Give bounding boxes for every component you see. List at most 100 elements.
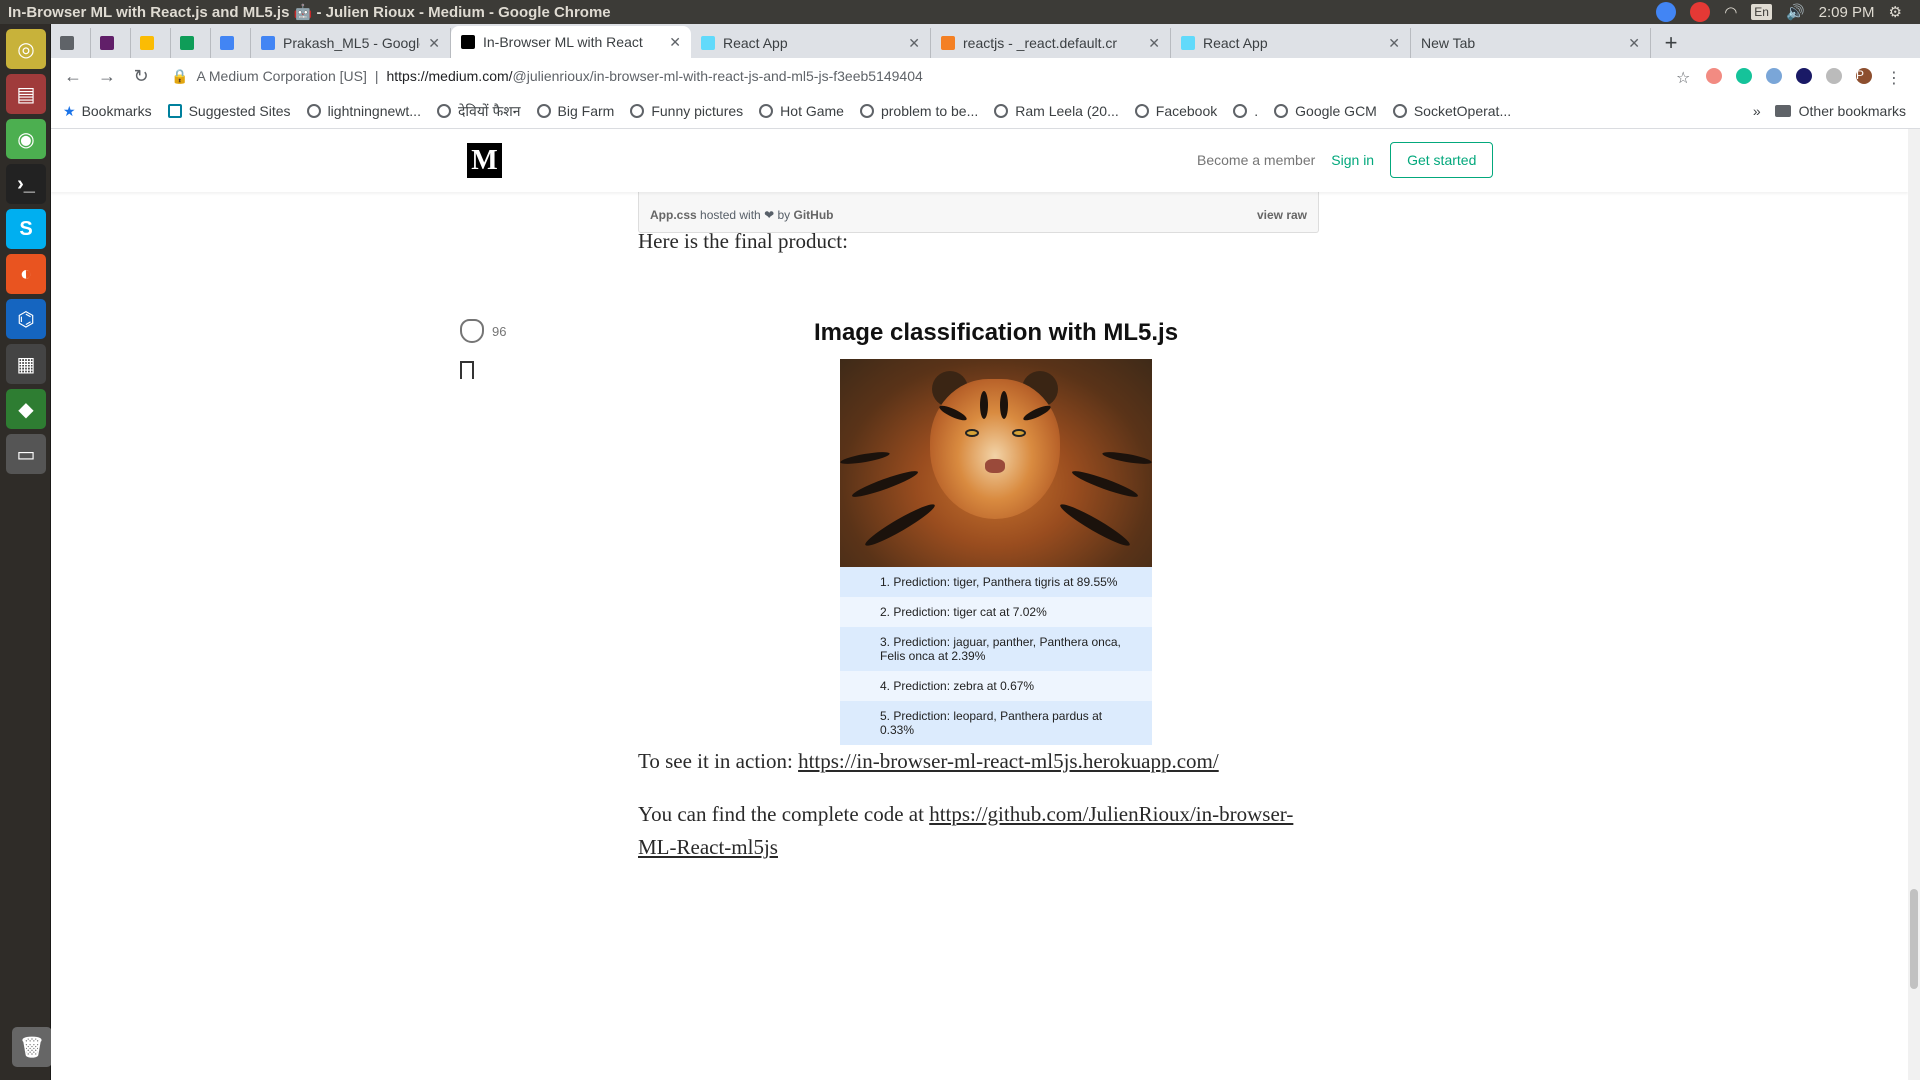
clap-count: 96 (492, 323, 507, 339)
bookmark-icon[interactable] (460, 361, 474, 384)
bookmark-item[interactable]: देवियों फैशन (436, 102, 521, 121)
bookmark-item[interactable]: Facebook (1134, 103, 1217, 119)
globe-icon (1392, 104, 1407, 118)
dash-icon[interactable]: ◎ (6, 29, 46, 69)
star-icon[interactable]: ☆ (1676, 68, 1692, 87)
view-raw-link[interactable]: view raw (1257, 208, 1307, 222)
bookmarks-bar: ★ Bookmarks Suggested Sites lightningnewt… (51, 94, 1920, 129)
terminal-icon[interactable]: ›_ (6, 164, 46, 204)
close-tab-icon[interactable]: ✕ (1148, 35, 1160, 52)
tab-new-tab[interactable]: New Tab ✕ (1411, 28, 1651, 58)
see-in-action-paragraph: To see it in action: https://in-browser-… (638, 749, 1219, 773)
files-icon[interactable]: ▤ (6, 74, 46, 114)
globe-icon (630, 104, 645, 118)
extension-icon[interactable] (1766, 68, 1782, 84)
stackoverflow-icon (941, 36, 955, 50)
page-scrollbar[interactable] (1908, 129, 1920, 1080)
divider: | (374, 68, 379, 84)
drive-icon (139, 36, 154, 50)
bookmark-item[interactable]: Suggested Sites (167, 103, 291, 119)
close-tab-icon[interactable]: ✕ (428, 35, 440, 52)
grammarly-icon[interactable] (1736, 68, 1752, 84)
close-tab-icon[interactable]: ✕ (1388, 35, 1400, 52)
extension-icon[interactable] (1796, 68, 1812, 84)
clap-button[interactable]: 96 (460, 319, 520, 343)
globe-icon (1233, 104, 1248, 118)
sheets-icon (179, 36, 194, 50)
power-gear-icon[interactable]: ⚙ (1889, 3, 1902, 21)
menu-icon[interactable]: ⋮ (1886, 68, 1902, 87)
star-icon: ★ (63, 102, 76, 119)
sign-in-link[interactable]: Sign in (1331, 152, 1374, 168)
tab-react-app-1[interactable]: React App ✕ (691, 28, 931, 58)
page-viewport[interactable]: App.css hosted with ❤ by GitHub view raw… (51, 129, 1908, 1080)
clap-icon (460, 319, 484, 343)
keyboard-language[interactable]: En (1751, 4, 1772, 20)
address-bar[interactable]: 🔒 A Medium Corporation [US] | https://me… (161, 61, 1670, 91)
tab-pinned-settings[interactable] (51, 28, 91, 58)
chrome-icon[interactable]: ◉ (6, 119, 46, 159)
reload-icon[interactable]: ↻ (127, 62, 155, 90)
github-link[interactable]: GitHub (793, 208, 833, 222)
bookmark-item[interactable]: Ram Leela (20... (994, 103, 1119, 119)
clock[interactable]: 2:09 PM (1819, 4, 1875, 21)
profile-avatar[interactable]: P (1856, 68, 1872, 84)
video-editor-icon[interactable]: ▦ (6, 344, 46, 384)
tab-medium-article[interactable]: In-Browser ML with React ✕ (451, 26, 691, 58)
scrollbar-thumb[interactable] (1910, 889, 1918, 989)
tab-pinned-slack[interactable] (91, 28, 131, 58)
back-icon[interactable]: ← (59, 62, 87, 90)
wifi-icon[interactable]: ◠ (1724, 3, 1737, 21)
lock-icon[interactable]: 🔒 (171, 68, 188, 85)
bookmarks-overflow-button[interactable]: » (1753, 103, 1761, 119)
tab-strip: Prakash_ML5 - Google Do✕ In-Browser ML w… (51, 24, 1920, 58)
bookmark-apps[interactable]: ★ Bookmarks (63, 103, 152, 120)
skype-icon[interactable]: S (6, 209, 46, 249)
bookmark-item[interactable]: . (1233, 103, 1258, 119)
react-icon (701, 36, 715, 50)
tab-stackoverflow[interactable]: reactjs - _react.default.cr ✕ (931, 28, 1171, 58)
close-tab-icon[interactable]: ✕ (669, 34, 681, 51)
extension-icon[interactable] (1826, 68, 1842, 84)
extension-icon[interactable] (1706, 68, 1722, 84)
get-started-button[interactable]: Get started (1390, 142, 1494, 178)
final-product-text: Here is the final product: (638, 229, 848, 253)
bookmark-item[interactable]: SocketOperat... (1392, 103, 1511, 119)
android-icon[interactable]: ◆ (6, 389, 46, 429)
bookmark-item[interactable]: Funny pictures (630, 103, 743, 119)
other-bookmarks[interactable]: Other bookmarks (1774, 103, 1906, 119)
volume-icon[interactable]: 🔊 (1786, 3, 1805, 21)
bookmark-item[interactable]: Google GCM (1274, 103, 1377, 119)
prediction-item: 2. Prediction: tiger cat at 7.02% (840, 597, 1152, 627)
figure-title: Image classification with ML5.js (813, 319, 1179, 346)
tab-pinned-docs[interactable] (211, 28, 251, 58)
medium-logo[interactable]: M (467, 143, 502, 178)
forward-icon[interactable]: → (93, 62, 121, 90)
chrome-tray-icon[interactable] (1656, 2, 1677, 22)
tab-react-app-2[interactable]: React App ✕ (1171, 28, 1411, 58)
vscode-icon[interactable]: ⌬ (6, 299, 46, 339)
bookmark-item[interactable]: Hot Game (759, 103, 844, 119)
close-tab-icon[interactable]: ✕ (908, 35, 920, 52)
bookmark-item[interactable]: lightningnewt... (306, 103, 421, 119)
tab-pinned-sheets[interactable] (171, 28, 211, 58)
slack-icon (99, 36, 114, 50)
blocked-tray-icon[interactable] (1690, 2, 1711, 22)
tab-pinned-drive[interactable] (131, 28, 171, 58)
bookmark-item[interactable]: Big Farm (536, 103, 614, 119)
postman-icon[interactable]: ◐ (6, 254, 46, 294)
workspace-icon[interactable]: ▭ (6, 434, 46, 474)
medium-header: M Become a member Sign in Get started (51, 129, 1908, 192)
complete-code-paragraph: You can find the complete code at https:… (638, 802, 1294, 859)
trash-icon[interactable]: 🗑 (12, 1027, 52, 1067)
tab-prakash-doc[interactable]: Prakash_ML5 - Google Do✕ (251, 28, 451, 58)
predictions-list: 1. Prediction: tiger, Panthera tigris at… (840, 567, 1152, 745)
gist-file-link[interactable]: App.css (650, 208, 697, 222)
bookmark-item[interactable]: problem to be... (859, 103, 978, 119)
become-member-link[interactable]: Become a member (1197, 152, 1315, 168)
close-tab-icon[interactable]: ✕ (1628, 35, 1640, 52)
globe-icon (306, 104, 321, 118)
new-tab-button[interactable]: + (1651, 28, 1691, 58)
herokuapp-link[interactable]: https://in-browser-ml-react-ml5js.heroku… (798, 749, 1219, 773)
extensions-area: ☆ P ⋮ (1676, 68, 1912, 87)
